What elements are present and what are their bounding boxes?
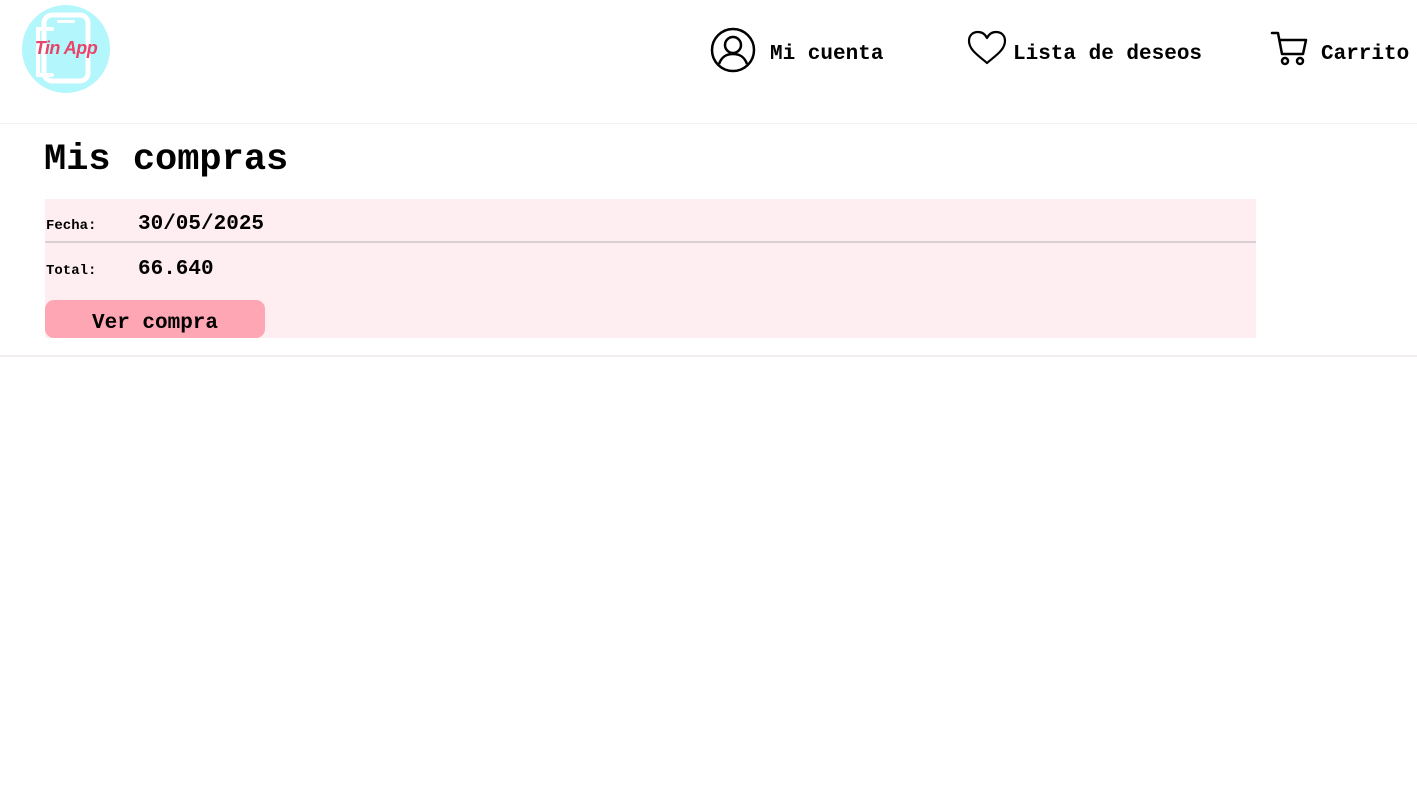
date-label: Fecha: (46, 218, 97, 234)
cart-icon (1270, 31, 1308, 66)
nav-cart-label: Carrito (1321, 43, 1410, 66)
site-header: Tin App Mi cuenta Lista de deseos Carrit… (0, 0, 1417, 124)
nav-cart-link[interactable]: Carrito (1270, 30, 1417, 70)
user-circle-icon (710, 27, 756, 73)
purchases-section: Mis compras Fecha: 30/05/2025 Total: 66.… (0, 124, 1417, 357)
logo-text: Tin App (34, 38, 98, 58)
nav-wishlist-label: Lista de deseos (1013, 43, 1203, 66)
date-value: 30/05/2025 (138, 213, 265, 236)
nav-account-link[interactable]: Mi cuenta (710, 27, 895, 73)
row-divider (45, 241, 1256, 243)
order-card: Fecha: 30/05/2025 Total: 66.640 Ver comp… (45, 199, 1256, 338)
heart-icon (967, 30, 1007, 65)
page-title: Mis compras (44, 139, 289, 181)
total-value: 66.640 (138, 258, 214, 281)
logo[interactable]: Tin App (22, 5, 110, 93)
nav-account-label: Mi cuenta (770, 43, 884, 66)
nav-wishlist-link[interactable]: Lista de deseos (967, 30, 1217, 70)
total-label: Total: (46, 263, 97, 279)
view-purchase-button[interactable]: Ver compra (45, 300, 265, 338)
